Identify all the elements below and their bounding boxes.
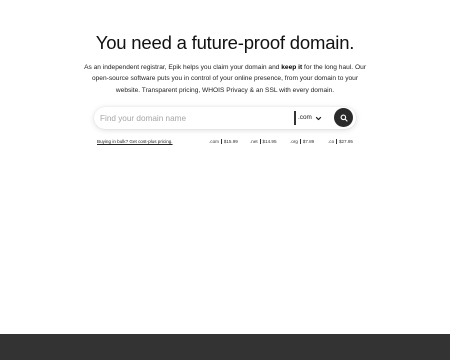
price-separator <box>220 138 222 144</box>
lead-text-part1: As an independent registrar, Epik helps … <box>84 64 282 71</box>
price-value: $15.99 <box>223 138 238 144</box>
lead-bold-text: keep it <box>281 64 303 71</box>
tld-price-list: .com $15.99 .net $14.95 .org $7.89 .co $… <box>209 138 359 147</box>
price-item-net: .net $14.95 <box>250 138 277 144</box>
price-tld: .com <box>209 138 219 144</box>
price-item-org: .org $7.89 <box>290 138 315 144</box>
price-value: $14.95 <box>262 138 277 144</box>
price-tld: .net <box>250 138 258 144</box>
price-separator <box>259 138 261 144</box>
domain-search-bar: .com <box>94 107 356 129</box>
page-title: You need a future-proof domain. <box>95 32 355 53</box>
chevron-down-icon <box>315 116 322 120</box>
search-icon <box>340 114 348 122</box>
hero-description: As an independent registrar, Epik helps … <box>80 62 370 96</box>
text-cursor-divider <box>294 111 296 125</box>
price-tld: .org <box>290 138 298 144</box>
price-value: $27.95 <box>338 138 353 144</box>
price-item-com: .com $15.99 <box>209 138 238 144</box>
price-separator <box>299 138 301 144</box>
price-separator <box>336 138 337 144</box>
tld-dropdown[interactable]: .com <box>298 111 326 125</box>
price-value: $7.89 <box>302 138 315 144</box>
page-footer <box>0 334 450 360</box>
bulk-pricing-link[interactable]: Buying in bulk? Get cost-plus pricing. <box>97 139 173 144</box>
search-button[interactable] <box>334 108 353 127</box>
price-tld: .co <box>328 138 335 144</box>
domain-search-input[interactable] <box>100 110 288 126</box>
tld-selected-value: .com <box>298 114 312 121</box>
price-item-co: .co $27.95 <box>328 138 353 144</box>
